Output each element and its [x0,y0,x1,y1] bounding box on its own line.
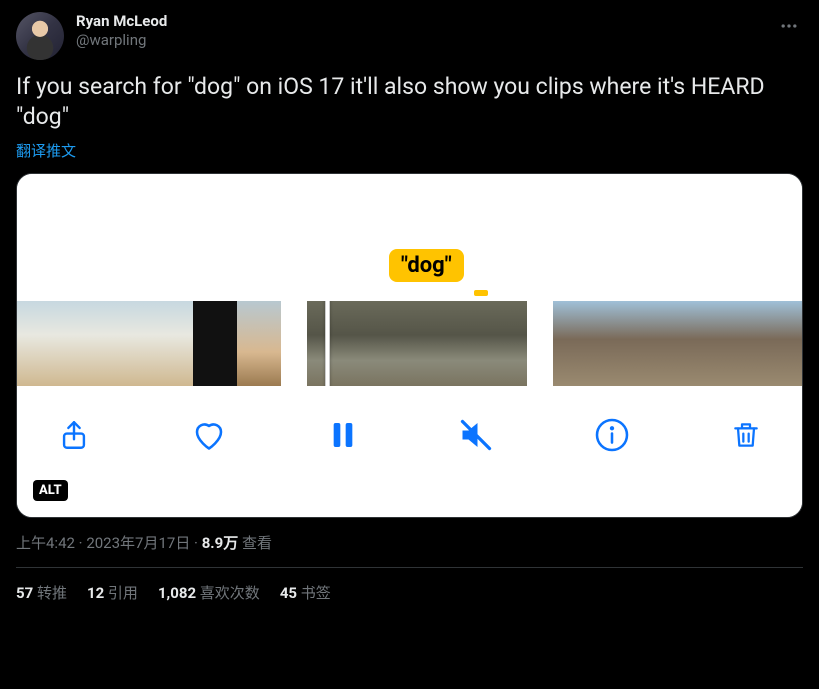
thumbnail-frame [629,301,667,386]
quotes-stat[interactable]: 12 引用 [87,582,138,603]
divider [16,567,803,568]
media-toolbar [17,386,802,518]
mute-button[interactable] [458,417,494,453]
tweet-container: Ryan McLeod @warpling If you search for … [0,0,819,615]
author-names: Ryan McLeod @warpling [76,12,167,50]
views-label: 查看 [242,534,272,552]
media-top-region: "dog" [17,174,802,301]
clip-group[interactable] [17,301,281,386]
thumbnail-frame [395,301,439,386]
tweet-meta: 上午4:42 · 2023年7月17日 · 8.9万 查看 [16,532,803,553]
tweet-time[interactable]: 上午4:42 [16,534,75,552]
tweet-header: Ryan McLeod @warpling [16,12,803,60]
thumbnail-frame [483,301,527,386]
stats-row: 57 转推 12 引用 1,082 喜欢次数 45 书签 [16,582,803,603]
media-card[interactable]: "dog" [16,173,803,518]
thumbnail-frame [781,301,802,386]
thumbnail-frame [553,301,591,386]
tweet-date[interactable]: 2023年7月17日 [86,534,190,552]
thumbnail-frame [351,301,395,386]
thumbnail-frame [237,301,281,386]
clip-group[interactable] [553,301,802,386]
thumbnail-frame [667,301,705,386]
alt-badge[interactable]: ALT [33,480,68,501]
thumbnail-frame [193,301,237,386]
tweet-text: If you search for "dog" on iOS 17 it'll … [16,72,803,132]
more-options-button[interactable] [775,12,803,40]
thumbnail-frame [591,301,629,386]
thumbnail-frame [149,301,193,386]
thumbnail-frame [17,301,61,386]
thumbnail-frame [705,301,743,386]
share-button[interactable] [57,418,91,452]
avatar[interactable] [16,12,64,60]
clip-group[interactable] [307,301,527,386]
pause-button[interactable] [327,419,359,451]
likes-stat[interactable]: 1,082 喜欢次数 [158,582,260,603]
translate-link[interactable]: 翻译推文 [16,140,76,161]
thumbnail-frame [61,301,105,386]
retweets-stat[interactable]: 57 转推 [16,582,67,603]
thumbnail-frame [743,301,781,386]
like-button[interactable] [191,417,227,453]
views-count: 8.9万 [202,534,239,552]
display-name[interactable]: Ryan McLeod [76,12,167,31]
timeline-marker [474,290,488,296]
delete-button[interactable] [730,419,762,451]
thumbnail-frame [439,301,483,386]
playhead[interactable] [325,301,330,386]
handle[interactable]: @warpling [76,31,167,50]
video-timeline[interactable] [17,301,802,386]
bookmarks-stat[interactable]: 45 书签 [280,582,331,603]
thumbnail-frame [105,301,149,386]
search-term-label: "dog" [389,249,464,282]
info-button[interactable] [594,417,630,453]
